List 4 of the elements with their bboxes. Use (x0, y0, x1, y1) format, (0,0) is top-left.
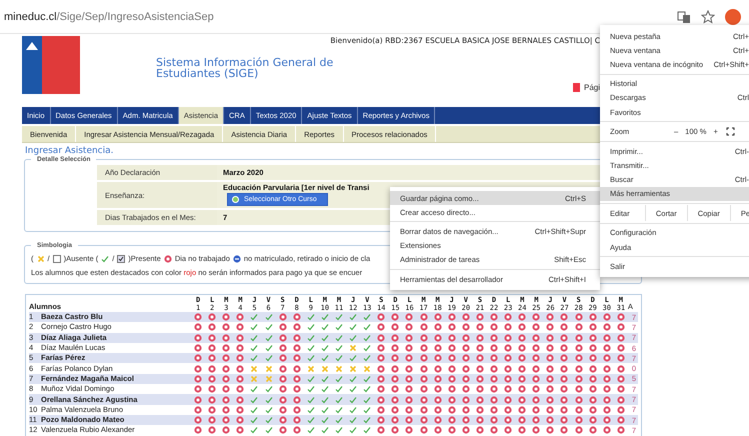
system-title: Sistema Información General de Estudiantes (SIGE) (156, 57, 334, 79)
address-bar[interactable]: mineduc.cl/Sige/Sep/IngresoAsistenciaSep (4, 10, 667, 22)
print-link[interactable]: Pági (572, 83, 600, 92)
section-title: Ingresar Asistencia. (25, 146, 114, 156)
